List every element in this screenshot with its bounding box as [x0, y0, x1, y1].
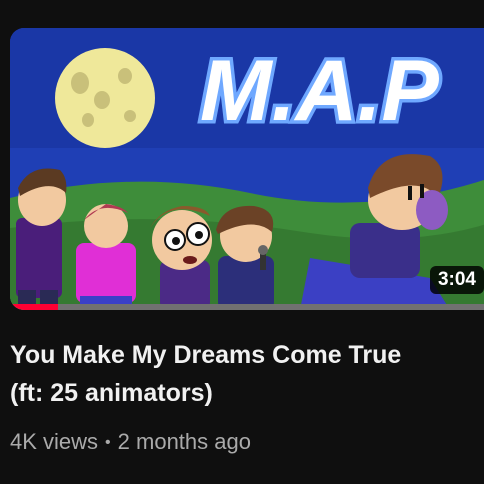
- video-title-line-1: You Make My Dreams Come True: [10, 341, 402, 369]
- view-count: 4K views: [10, 429, 99, 454]
- separator-dot: •: [105, 434, 111, 451]
- watch-progress-bar: [10, 304, 484, 310]
- character-mic: [216, 205, 274, 310]
- thumbnail-illustration: M.A.P: [10, 28, 484, 310]
- moon: [55, 48, 155, 148]
- video-thumbnail[interactable]: M.A.P 3:04: [10, 28, 484, 310]
- video-title-line-2: (ft: 25 animators): [10, 379, 213, 407]
- video-card[interactable]: M.A.P 3:04 You Make My Dreams Come True …: [0, 0, 484, 484]
- watch-progress-fill: [10, 304, 58, 310]
- video-metadata: 4K views • 2 months ago: [10, 426, 251, 459]
- duration-badge: 3:04: [429, 266, 484, 294]
- logo-text: M.A.P: [200, 43, 440, 139]
- upload-date: 2 months ago: [117, 429, 251, 454]
- video-title[interactable]: You Make My Dreams Come True (ft: 25 ani…: [10, 336, 450, 412]
- character-pink: [76, 204, 136, 310]
- character-left: [16, 168, 67, 306]
